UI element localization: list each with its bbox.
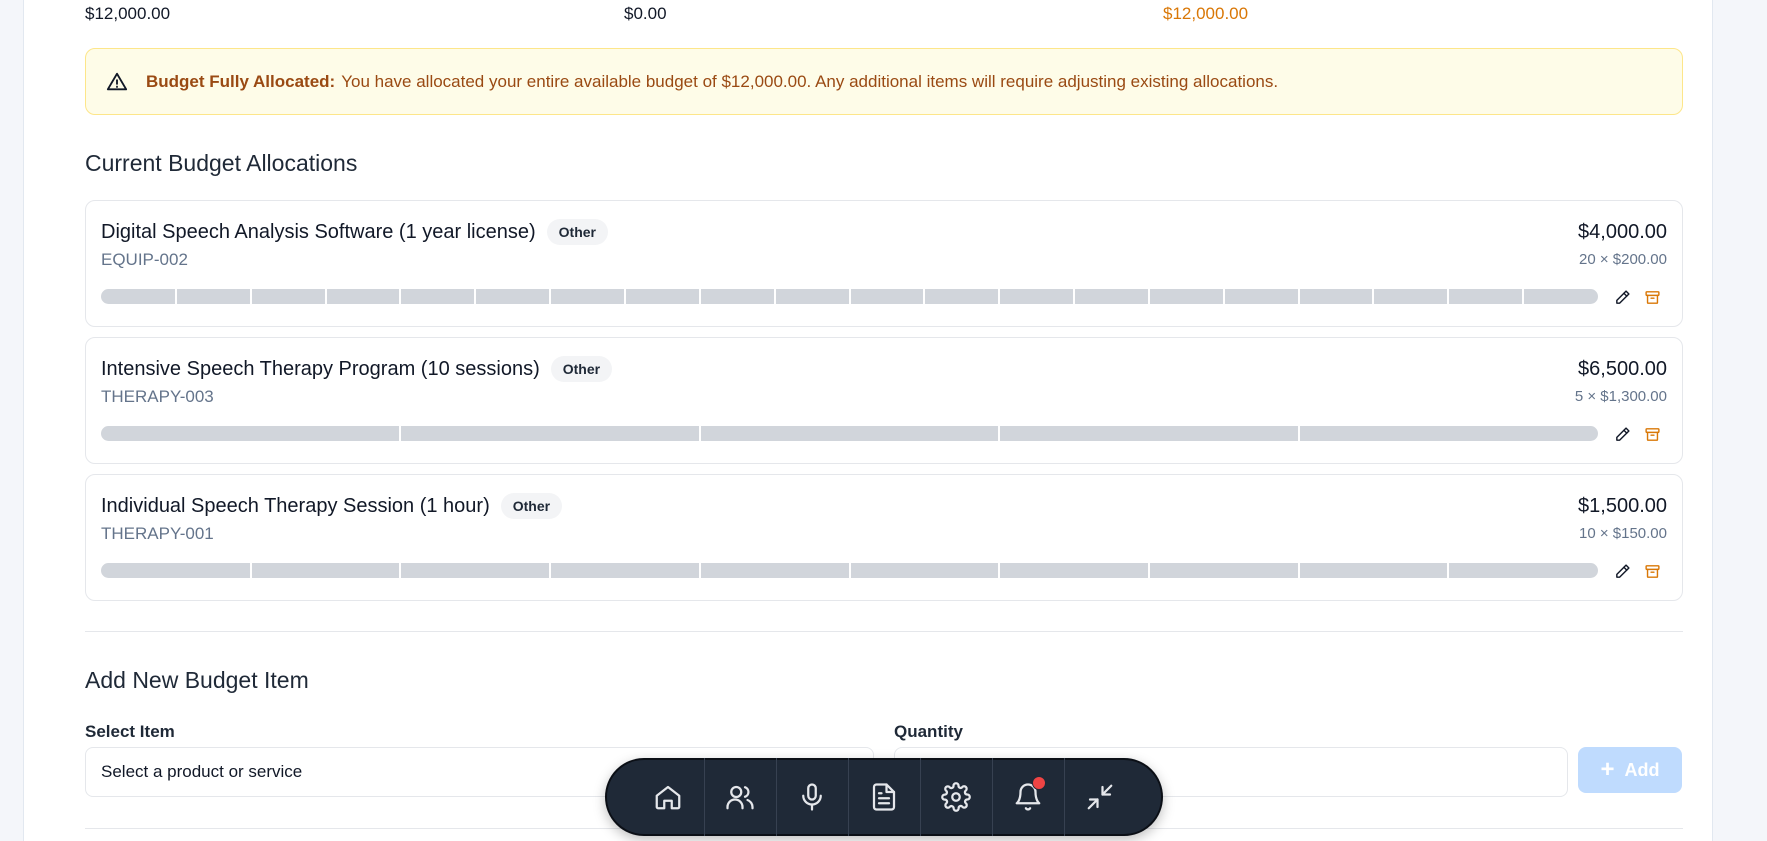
quantity-segment-bar [101, 563, 1598, 578]
total-budget-value: $12,000.00 [85, 4, 171, 23]
segment-separator [998, 563, 1000, 578]
plus-icon: + [1600, 756, 1615, 783]
segment-separator [699, 563, 701, 578]
allocation-calculation: 10 × $150.00 [1578, 525, 1667, 542]
allocation-card: Intensive Speech Therapy Program (10 ses… [85, 337, 1683, 464]
category-badge: Other [546, 219, 608, 245]
home-icon[interactable] [632, 758, 704, 836]
segment-separator [399, 563, 401, 578]
minimize-icon[interactable] [1063, 758, 1136, 836]
section-divider [85, 631, 1683, 632]
segment-separator [1372, 289, 1374, 304]
edit-icon[interactable] [1612, 561, 1632, 581]
allocation-calculation: 20 × $200.00 [1578, 251, 1667, 268]
edit-icon[interactable] [1612, 424, 1632, 444]
warning-icon [106, 71, 128, 93]
archive-icon[interactable] [1642, 561, 1662, 581]
quantity-segment-bar [101, 426, 1598, 441]
notification-dot [1031, 776, 1046, 790]
category-badge: Other [500, 493, 563, 519]
segment-separator [175, 289, 177, 304]
segment-separator [998, 426, 1000, 441]
allocations-heading: Current Budget Allocations [85, 150, 358, 176]
allocation-title-row: Intensive Speech Therapy Program (10 ses… [101, 356, 613, 382]
allocation-name: Intensive Speech Therapy Program (10 ses… [101, 357, 540, 380]
allocation-code: THERAPY-001 [101, 524, 214, 543]
bell-icon[interactable] [991, 758, 1064, 836]
allocation-name: Digital Speech Analysis Software (1 year… [101, 220, 536, 243]
archive-icon[interactable] [1642, 287, 1662, 307]
budget-alert: Budget Fully Allocated: You have allocat… [85, 48, 1683, 115]
allocation-card: Digital Speech Analysis Software (1 year… [85, 200, 1683, 327]
archive-icon[interactable] [1642, 424, 1662, 444]
allocation-code: EQUIP-002 [101, 250, 188, 269]
allocation-amount: $1,500.00 [1578, 495, 1667, 517]
alert-message: You have allocated your entire available… [341, 71, 1279, 91]
settings-icon[interactable] [919, 758, 992, 836]
segment-separator [1298, 563, 1300, 578]
segment-separator [250, 563, 252, 578]
add-button-label: Add [1624, 759, 1660, 780]
edit-icon[interactable] [1612, 287, 1632, 307]
alert-title: Budget Fully Allocated: [146, 71, 336, 91]
allocation-title-row: Digital Speech Analysis Software (1 year… [101, 219, 608, 245]
segment-separator [250, 289, 252, 304]
users-icon[interactable] [703, 758, 776, 836]
segment-separator [399, 426, 401, 441]
allocation-calculation: 5 × $1,300.00 [1574, 388, 1667, 405]
quantity-label: Quantity [894, 722, 963, 741]
segment-separator [1148, 563, 1150, 578]
allocation-code: THERAPY-003 [101, 387, 214, 406]
segment-separator [774, 289, 776, 304]
segment-separator [549, 289, 551, 304]
segment-separator [998, 289, 1000, 304]
segment-separator [923, 289, 925, 304]
add-item-button[interactable]: + Add [1578, 747, 1682, 793]
segment-separator [549, 563, 551, 578]
segment-separator [1073, 289, 1075, 304]
category-badge: Other [550, 356, 613, 382]
add-item-heading: Add New Budget Item [85, 667, 309, 693]
remaining-budget-value: $0.00 [624, 4, 667, 23]
segment-separator [699, 426, 701, 441]
segment-separator [1522, 289, 1524, 304]
segment-separator [624, 289, 626, 304]
document-icon[interactable] [847, 758, 920, 836]
segment-separator [849, 563, 851, 578]
segment-separator [1298, 289, 1300, 304]
segment-separator [325, 289, 327, 304]
segment-separator [399, 289, 401, 304]
microphone-icon[interactable] [775, 758, 848, 836]
allocation-amount: $6,500.00 [1578, 358, 1667, 380]
budget-totals-row: $12,000.00 $0.00 $12,000.00 [61, 4, 1659, 28]
segment-separator [1447, 563, 1449, 578]
allocation-name: Individual Speech Therapy Session (1 hou… [101, 494, 490, 517]
bottom-dock [605, 758, 1163, 836]
select-item-label: Select Item [85, 722, 175, 741]
segment-separator [1223, 289, 1225, 304]
item-select-placeholder: Select a product or service [101, 762, 303, 781]
segment-separator [1148, 289, 1150, 304]
segment-separator [1447, 289, 1449, 304]
quantity-segment-bar [101, 289, 1598, 304]
allocation-amount: $4,000.00 [1578, 221, 1667, 243]
segment-separator [474, 289, 476, 304]
allocated-budget-value: $12,000.00 [1163, 4, 1249, 23]
allocation-title-row: Individual Speech Therapy Session (1 hou… [101, 493, 563, 519]
allocation-card: Individual Speech Therapy Session (1 hou… [85, 474, 1683, 601]
segment-separator [1298, 426, 1300, 441]
segment-separator [849, 289, 851, 304]
segment-separator [699, 289, 701, 304]
